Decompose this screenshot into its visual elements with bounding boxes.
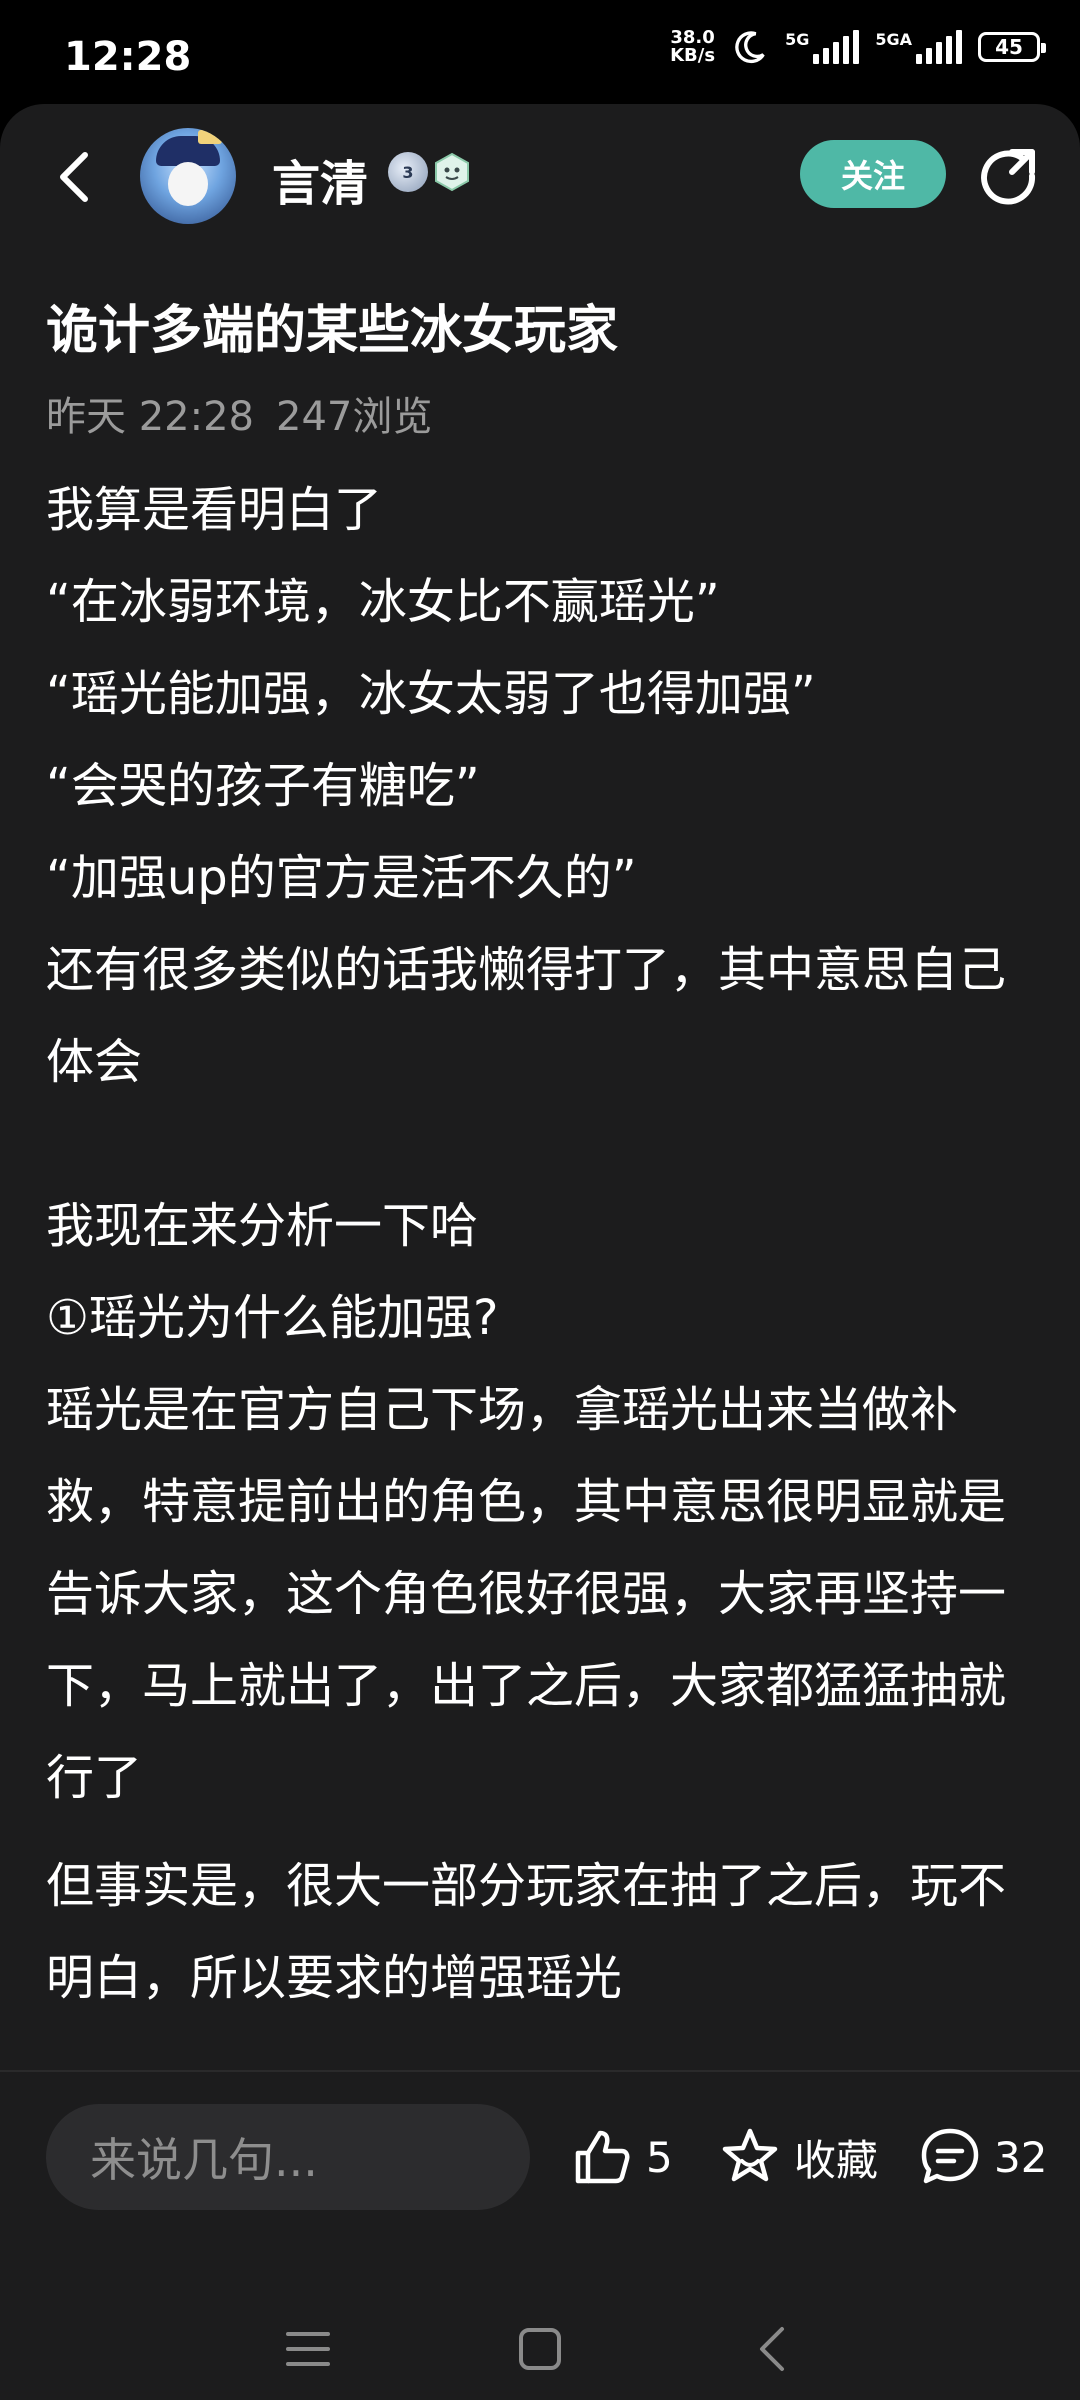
signal-bars-icon <box>916 30 962 64</box>
post-meta: 昨天 22:28 247浏览 <box>46 384 432 442</box>
comment-bubble-icon <box>921 2128 979 2184</box>
signal-bars-icon <box>813 30 860 64</box>
avatar[interactable] <box>140 128 236 224</box>
home-button[interactable] <box>500 2314 580 2384</box>
post-detail-page: 言清 3 关注 诡计多端的某些冰女玩家 昨天 22:28 247浏览 我算是看明白… <box>0 104 1080 2400</box>
favorite-button[interactable]: 收藏 <box>718 2122 878 2192</box>
menu-icon <box>286 2332 330 2366</box>
status-bar: 12:28 38.0 KB/s 5G 5GA 45 <box>0 0 1080 110</box>
network-speed-unit: KB/s <box>670 45 716 66</box>
status-time: 12:28 <box>64 34 192 80</box>
follow-button[interactable]: 关注 <box>800 140 946 208</box>
network-speed: 38.0 KB/s <box>670 29 715 65</box>
post-header: 言清 3 关注 <box>0 104 1080 244</box>
signal-1-label: 5G <box>785 30 810 49</box>
hexagon-badge-icon <box>435 152 469 192</box>
signal-2-label: 5GA <box>875 30 912 49</box>
system-back-button[interactable] <box>732 2314 812 2384</box>
battery-icon: 45 <box>978 32 1046 62</box>
post-title: 诡计多端的某些冰女玩家 <box>46 301 619 361</box>
comment-count: 32 <box>994 2132 1048 2182</box>
nav-back-icon <box>760 2327 784 2371</box>
comment-input[interactable]: 来说几句... <box>46 2104 530 2210</box>
paragraph: 我算是看明白了 <box>46 482 383 538</box>
paragraph: 瑶光是在官方自己下场，拿瑶光出来当做补救，特意提前出的角色，其中意思很明显就是告… <box>46 1382 1007 1806</box>
system-nav-bar <box>0 2294 1080 2400</box>
paragraph: “加强up的官方是活不久的” <box>46 850 637 906</box>
like-button[interactable]: 5 <box>570 2122 673 2192</box>
author-name[interactable]: 言清 <box>272 144 368 214</box>
home-square-icon <box>519 2328 561 2370</box>
status-indicators: 38.0 KB/s 5G 5GA 45 <box>670 28 1046 66</box>
signal-1: 5G <box>785 30 860 64</box>
like-count: 5 <box>646 2132 673 2182</box>
post-time: 昨天 22:28 <box>46 394 254 440</box>
recent-apps-button[interactable] <box>268 2314 348 2384</box>
battery-level: 45 <box>995 35 1023 59</box>
back-arrow-icon <box>60 152 88 202</box>
back-button[interactable] <box>40 142 110 212</box>
star-icon <box>722 2128 778 2182</box>
paragraph: ①瑶光为什么能加强? <box>46 1290 499 1346</box>
thumbs-up-icon <box>575 2130 630 2184</box>
post-views: 247浏览 <box>276 394 433 440</box>
share-icon[interactable] <box>976 144 1040 208</box>
level-badge: 3 <box>388 152 428 192</box>
post-body: 我算是看明白了 “在冰弱环境，冰女比不赢瑶光” “瑶光能加强，冰女太弱了也得加强… <box>46 464 1040 2024</box>
paragraph: 我现在来分析一下哈 <box>46 1198 479 1254</box>
favorite-label: 收藏 <box>794 2135 879 2185</box>
action-bar: 来说几句... 5 收藏 32 <box>0 2070 1080 2272</box>
comments-button[interactable]: 32 <box>918 2122 1047 2192</box>
moon-icon <box>735 31 765 64</box>
paragraph: 还有很多类似的话我懒得打了，其中意思自己体会 <box>46 942 1007 1090</box>
paragraph: “瑶光能加强，冰女太弱了也得加强” <box>46 666 816 722</box>
screen: 12:28 38.0 KB/s 5G 5GA 45 言清 3 关注 诡计多端的某… <box>0 0 1080 2400</box>
paragraph: “在冰弱环境，冰女比不赢瑶光” <box>46 574 720 630</box>
signal-2: 5GA <box>875 30 962 64</box>
paragraph: “会哭的孩子有糖吃” <box>46 758 480 814</box>
paragraph: 但事实是，很大一部分玩家在抽了之后，玩不明白，所以要求的增强瑶光 <box>46 1858 1007 2006</box>
